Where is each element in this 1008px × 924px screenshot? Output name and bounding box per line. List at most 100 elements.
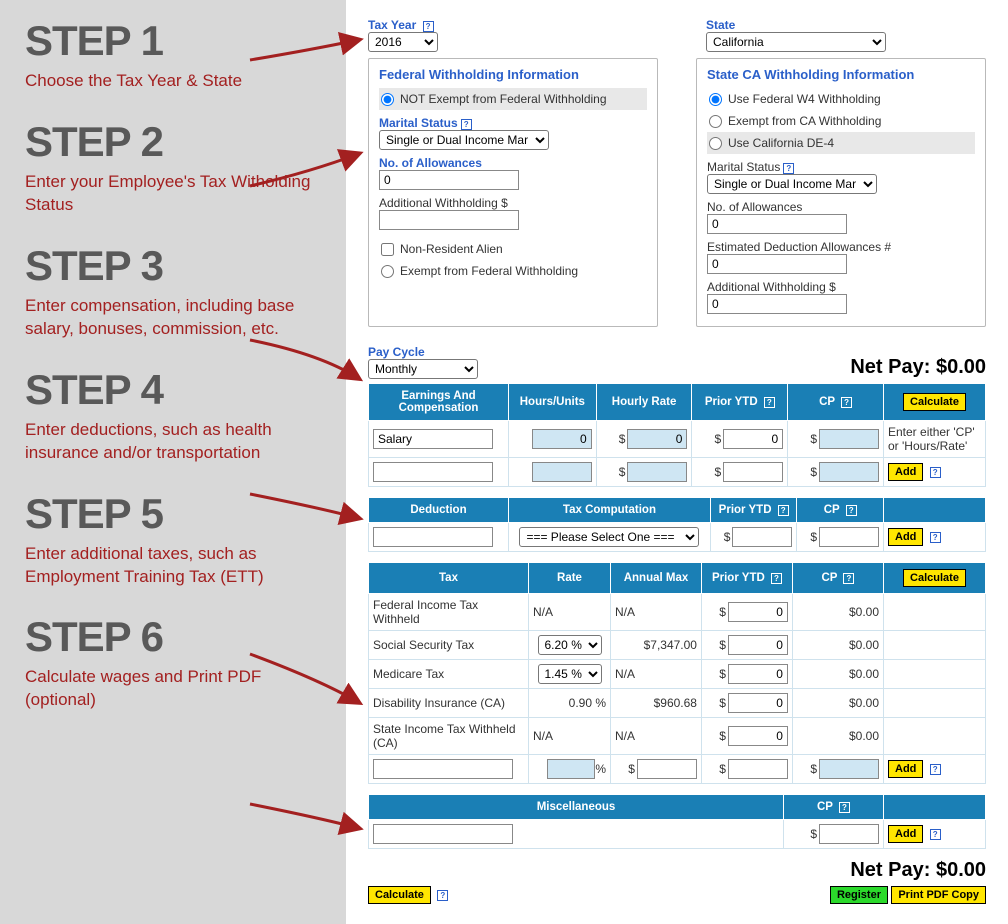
help-icon[interactable]: ? <box>461 119 472 130</box>
step-5-title: STEP 5 <box>25 493 331 535</box>
tax-name: Medicare Tax <box>369 660 529 689</box>
col-tax: Tax <box>369 563 529 594</box>
col-annual-max: Annual Max <box>611 563 702 594</box>
cp-input[interactable] <box>819 429 879 449</box>
state-de4-radio[interactable]: Use California DE-4 <box>707 132 975 154</box>
instruction-sidebar: STEP 1 Choose the Tax Year & State STEP … <box>0 0 346 924</box>
add-button[interactable]: Add <box>888 463 923 481</box>
help-icon[interactable]: ? <box>930 532 941 543</box>
net-pay-display: Net Pay: $0.00 <box>850 356 986 379</box>
state-allowances-label: No. of Allowances <box>707 200 802 214</box>
net-pay-bottom: Net Pay: $0.00 <box>368 859 986 882</box>
help-icon[interactable]: ? <box>423 21 434 32</box>
help-icon[interactable]: ? <box>930 467 941 478</box>
calculate-button[interactable]: Calculate <box>903 393 966 411</box>
col-cp: CP ? <box>784 795 884 820</box>
cp-input[interactable] <box>819 824 879 844</box>
col-cp: CP ? <box>797 498 884 523</box>
state-addl-withholding-label: Additional Withholding $ <box>707 280 836 294</box>
pay-cycle-select[interactable]: Monthly <box>368 359 478 379</box>
state-exempt-radio[interactable]: Exempt from CA Withholding <box>707 110 975 132</box>
help-icon[interactable]: ? <box>437 890 448 901</box>
help-icon[interactable]: ? <box>778 505 789 516</box>
prior-ytd-input[interactable] <box>728 693 788 713</box>
step-1: STEP 1 Choose the Tax Year & State <box>25 20 331 93</box>
step-4-title: STEP 4 <box>25 369 331 411</box>
calculate-button[interactable]: Calculate <box>903 569 966 587</box>
tax-name: Social Security Tax <box>369 631 529 660</box>
help-icon[interactable]: ? <box>930 829 941 840</box>
help-icon[interactable]: ? <box>843 573 854 584</box>
tax-name-input[interactable] <box>373 759 513 779</box>
tax-rate-select[interactable]: 1.45 % <box>538 664 602 684</box>
help-icon[interactable]: ? <box>783 163 794 174</box>
tax-rate-input[interactable] <box>547 759 595 779</box>
help-icon[interactable]: ? <box>764 397 775 408</box>
tax-name: Disability Insurance (CA) <box>369 689 529 718</box>
help-icon[interactable]: ? <box>930 764 941 775</box>
tax-year-select[interactable]: 2016 <box>368 32 438 52</box>
addl-withholding-input[interactable] <box>379 210 519 230</box>
tax-computation-select[interactable]: === Please Select One === <box>519 527 699 547</box>
tax-name: Federal Income Tax Withheld <box>369 594 529 631</box>
state-marital-status-select[interactable]: Single or Dual Income Mar <box>707 174 877 194</box>
cp-input[interactable] <box>819 527 879 547</box>
federal-panel-title: Federal Withholding Information <box>379 67 647 82</box>
hint-text: Enter either 'CP' or 'Hours/Rate' <box>884 421 986 458</box>
federal-exempt-radio[interactable]: Exempt from Federal Withholding <box>379 260 647 282</box>
step-6-desc: Calculate wages and Print PDF (optional) <box>25 666 331 712</box>
allowances-label: No. of Allowances <box>379 156 482 170</box>
tax-table: Tax Rate Annual Max Prior YTD ? CP ? Cal… <box>368 562 986 784</box>
tax-rate-select[interactable]: 6.20 % <box>538 635 602 655</box>
add-button[interactable]: Add <box>888 760 923 778</box>
hourly-rate-input[interactable] <box>627 462 687 482</box>
earning-name-input[interactable] <box>373 429 493 449</box>
state-addl-withholding-input[interactable] <box>707 294 847 314</box>
state-select[interactable]: California <box>706 32 886 52</box>
deduction-name-input[interactable] <box>373 527 493 547</box>
nra-checkbox[interactable]: Non-Resident Alien <box>379 238 647 260</box>
step-6-title: STEP 6 <box>25 616 331 658</box>
cp-value: $0.00 <box>792 689 883 718</box>
annual-max-input[interactable] <box>637 759 697 779</box>
prior-ytd-input[interactable] <box>723 429 783 449</box>
col-prior-ytd: Prior YTD ? <box>692 384 788 421</box>
add-button[interactable]: Add <box>888 825 923 843</box>
prior-ytd-input[interactable] <box>728 635 788 655</box>
allowances-input[interactable] <box>379 170 519 190</box>
state-marital-status-label: Marital Status <box>707 160 780 174</box>
hours-input[interactable] <box>532 462 592 482</box>
earning-name-input[interactable] <box>373 462 493 482</box>
help-icon[interactable]: ? <box>841 397 852 408</box>
state-est-deduction-input[interactable] <box>707 254 847 274</box>
prior-ytd-input[interactable] <box>728 664 788 684</box>
state-panel: State CA Withholding Information Use Fed… <box>696 58 986 327</box>
help-icon[interactable]: ? <box>846 505 857 516</box>
help-icon[interactable]: ? <box>839 802 850 813</box>
col-prior-ytd: Prior YTD ? <box>701 563 792 594</box>
hours-input[interactable] <box>532 429 592 449</box>
prior-ytd-input[interactable] <box>728 602 788 622</box>
federal-panel: Federal Withholding Information NOT Exem… <box>368 58 658 327</box>
misc-name-input[interactable] <box>373 824 513 844</box>
hourly-rate-input[interactable] <box>627 429 687 449</box>
help-icon[interactable]: ? <box>771 573 782 584</box>
federal-not-exempt-radio[interactable]: NOT Exempt from Federal Withholding <box>379 88 647 110</box>
marital-status-select[interactable]: Single or Dual Income Mar <box>379 130 549 150</box>
cp-value: $0.00 <box>792 594 883 631</box>
prior-ytd-input[interactable] <box>728 726 788 746</box>
step-2-title: STEP 2 <box>25 121 331 163</box>
tax-name: State Income Tax Withheld (CA) <box>369 718 529 755</box>
cp-input[interactable] <box>819 462 879 482</box>
state-use-federal-radio[interactable]: Use Federal W4 Withholding <box>707 88 975 110</box>
prior-ytd-input[interactable] <box>728 759 788 779</box>
cp-input[interactable] <box>819 759 879 779</box>
register-button[interactable]: Register <box>830 886 888 904</box>
state-panel-title: State CA Withholding Information <box>707 67 975 82</box>
add-button[interactable]: Add <box>888 528 923 546</box>
calculate-button[interactable]: Calculate <box>368 886 431 904</box>
prior-ytd-input[interactable] <box>723 462 783 482</box>
state-allowances-input[interactable] <box>707 214 847 234</box>
print-pdf-button[interactable]: Print PDF Copy <box>891 886 986 904</box>
prior-ytd-input[interactable] <box>732 527 792 547</box>
